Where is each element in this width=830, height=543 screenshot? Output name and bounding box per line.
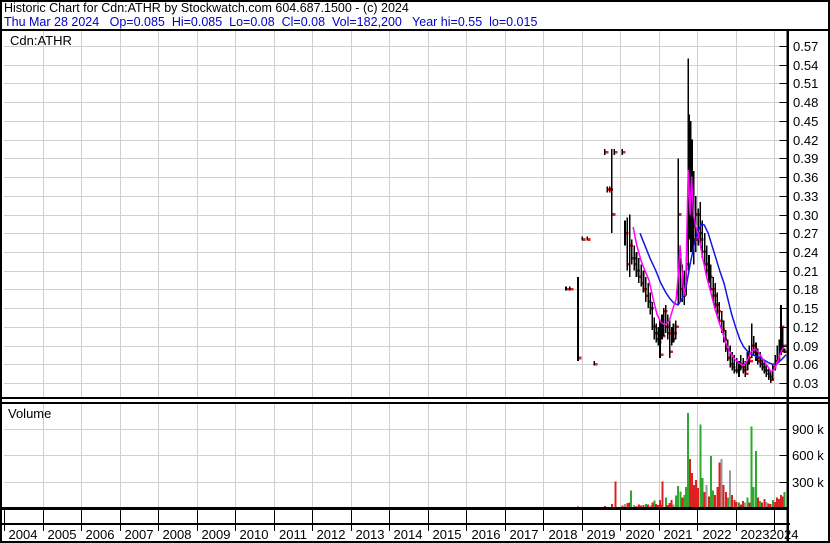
chart-canvas [0,0,830,543]
price-axis-label: 0.24 [793,245,819,260]
historic-chart-frame: Historic Chart for Cdn:ATHR by Stockwatc… [0,0,830,543]
price-axis-label: 0.15 [793,301,819,316]
price-axis-label: 0.12 [793,320,819,335]
chart-title: Historic Chart for Cdn:ATHR by Stockwatc… [4,1,409,15]
price-axis-label: 0.06 [793,357,819,372]
price-axis-label: 0.39 [793,151,819,166]
year-label: 2014 [393,527,423,542]
year-label: 2005 [47,527,77,542]
year-label: 2015 [432,527,462,542]
volume-axis-label: 600 k [792,448,824,463]
year-label: 2024 [769,527,799,542]
symbol-label: Cdn:ATHR [10,33,72,48]
price-axis-label: 0.36 [793,170,819,185]
year-label: 2008 [162,527,192,542]
price-axis-label: 0.57 [793,39,819,54]
gridlines [4,31,786,508]
price-axis-label: 0.45 [793,114,819,129]
price-axis-label: 0.21 [793,264,819,279]
year-label: 2012 [316,527,346,542]
volume-bars [577,413,786,508]
price-axis-label: 0.51 [793,76,819,91]
year-label: 2006 [85,527,115,542]
year-label: 2016 [471,527,501,542]
year-label: 2017 [509,527,539,542]
price-axis-label: 0.30 [793,208,819,223]
year-label: 2022 [702,527,732,542]
year-label: 2023 [740,527,770,542]
price-axis-label: 0.48 [793,95,819,110]
price-axis-label: 0.18 [793,282,819,297]
year-label: 2009 [201,527,231,542]
price-axis-label: 0.09 [793,339,819,354]
year-label: 2010 [239,527,269,542]
year-label: 2019 [586,527,616,542]
year-label: 2021 [663,527,693,542]
year-label: 2007 [124,527,154,542]
year-label: 2018 [548,527,578,542]
year-label: 2004 [8,527,38,542]
year-label: 2020 [625,527,655,542]
price-axis-label: 0.27 [793,226,819,241]
price-axis-label: 0.54 [793,58,819,73]
quote-summary-line: Thu Mar 28 2024 Op=0.085 Hi=0.085 Lo=0.0… [4,15,538,29]
price-axis-label: 0.03 [793,376,819,391]
price-axis-label: 0.33 [793,189,819,204]
volume-pane-label: Volume [8,406,52,421]
year-label: 2013 [355,527,385,542]
year-label: 2011 [279,527,307,542]
price-axis-label: 0.42 [793,133,819,148]
volume-axis-label: 300 k [792,475,824,490]
volume-axis-label: 900 k [792,422,824,437]
price-bars [565,58,788,383]
